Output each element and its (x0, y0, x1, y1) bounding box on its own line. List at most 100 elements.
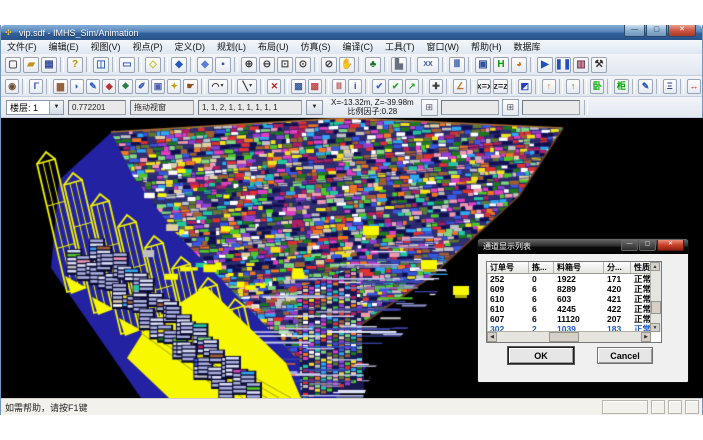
help-button[interactable]: ? (67, 57, 83, 73)
new-file-button[interactable]: ▢ (5, 57, 21, 73)
maximize-icon[interactable]: ▢ (646, 25, 667, 37)
menu-item-9[interactable]: 工具(T) (379, 41, 421, 54)
title-bar[interactable]: ✣ vip.sdf - IMHS_Sim/Animation — ▢ ✕ (1, 25, 702, 40)
vertical-scrollbar[interactable]: ▲ ▼ (650, 262, 661, 332)
menu-item-12[interactable]: 数据库 (508, 41, 547, 54)
column-grid-button[interactable]: Ⅲ (332, 79, 346, 94)
column-header-3[interactable]: 分... (604, 262, 631, 273)
pause-button[interactable]: ❚❚ (555, 57, 571, 73)
dialog-minimize-icon[interactable]: — (621, 240, 638, 251)
tools-button[interactable]: ⚒ (591, 57, 607, 73)
table-row[interactable]: 6106603421正常 (487, 294, 661, 304)
grid-snap-button[interactable]: ⊞ (421, 99, 438, 116)
arrow-up-orange-button[interactable]: ↑ (542, 79, 556, 94)
red-solid-button[interactable]: ◆ (102, 79, 116, 94)
vertical-scroll-thumb[interactable] (651, 301, 661, 314)
grid-snap-button-2[interactable]: ⊞ (502, 99, 519, 116)
line-segment-button[interactable]: ╲▾ (237, 79, 257, 94)
zoom-extents-button[interactable]: ⊙ (295, 57, 311, 73)
zoom-window-button[interactable]: ⊡ (277, 57, 293, 73)
image-button[interactable]: ▩ (291, 79, 305, 94)
aux-field-1[interactable] (441, 100, 499, 115)
table-row[interactable]: 60968289420正常 (487, 284, 661, 294)
scroll-right-icon[interactable]: ▶ (641, 332, 651, 342)
worker-button[interactable]: ✦ (167, 79, 181, 94)
stats-bars-button[interactable]: ▥ (573, 57, 589, 73)
chevron-down-icon[interactable]: ▾ (249, 79, 252, 94)
column-header-1[interactable]: 拣... (529, 262, 554, 273)
mini-combo[interactable]: ▼ (306, 100, 323, 115)
column-header-0[interactable]: 订单号 (487, 262, 529, 273)
menu-item-6[interactable]: 布局(U) (252, 41, 295, 54)
corner-frame-button[interactable]: Γ (29, 79, 43, 94)
select-cursor-button[interactable]: ✚ (429, 79, 443, 94)
panel-button[interactable]: ▣ (151, 79, 165, 94)
scroll-down-icon[interactable]: ▼ (650, 323, 660, 332)
channel-display-dialog[interactable]: 通道显示列表 — ▢ ✕ 订单号拣...料箱号分...性质 2520192217… (477, 238, 689, 383)
column-header-2[interactable]: 料箱号 (554, 262, 604, 273)
flag-corner-button[interactable]: ◩ (518, 79, 532, 94)
pan-hand-button[interactable]: ✋ (339, 57, 355, 73)
table-row[interactable]: 25201922171正常 (487, 274, 661, 284)
open-folder-button[interactable]: ▰ (23, 57, 39, 73)
chevron-down-icon[interactable]: ▼ (307, 101, 322, 114)
zoom-in-button[interactable]: ⊕ (241, 57, 257, 73)
machine-button[interactable]: ▙ (391, 57, 407, 73)
pie-chart-button[interactable]: ◕ (511, 57, 527, 73)
table-row[interactable]: 61064245422正常 (487, 304, 661, 314)
menu-item-2[interactable]: 视图(V) (85, 41, 127, 54)
lift-up-button[interactable]: ↑ (566, 79, 580, 94)
h-span-button[interactable]: H (493, 57, 509, 73)
draw-pen-button[interactable]: ✎ (86, 79, 100, 94)
check-green-button[interactable]: ✔ (388, 79, 402, 94)
menu-item-10[interactable]: 窗口(W) (421, 41, 466, 54)
small-box-button[interactable]: ▪ (215, 57, 231, 73)
ruler-angle-button[interactable]: ∠ (453, 79, 467, 94)
zoom-out-button[interactable]: ⊖ (259, 57, 275, 73)
menu-item-11[interactable]: 帮助(H) (465, 41, 508, 54)
dialog-close-icon[interactable]: ✕ (657, 240, 684, 251)
run-button[interactable]: ▶ (537, 57, 553, 73)
table-row[interactable]: 607611120207正常 (487, 314, 661, 324)
text-box-button[interactable]: ▣ (475, 57, 491, 73)
chevron-down-icon[interactable]: ▾ (220, 79, 223, 94)
tree-view-button[interactable]: ♣ (365, 57, 381, 73)
rack-horizontal-button[interactable]: 卧 (590, 79, 604, 94)
app-window-button[interactable]: ◫ (93, 57, 109, 73)
save-button[interactable]: ▦ (41, 57, 57, 73)
orbit-button[interactable]: ◉ (5, 79, 19, 94)
blue-wedge-button[interactable]: ◗ (70, 79, 84, 94)
close-icon[interactable]: ✕ (668, 25, 696, 37)
info-button[interactable]: i (348, 79, 362, 94)
layer-flags-field[interactable]: 1, 1, 2, 1, 1, 1, 1, 1, 1 (198, 100, 302, 115)
order-list-table[interactable]: 订单号拣...料箱号分...性质 25201922171正常6096828942… (486, 261, 662, 343)
cabinet-button[interactable]: 柜 (614, 79, 628, 94)
menu-item-1[interactable]: 编辑(E) (43, 41, 85, 54)
zoom-previous-button[interactable]: ⊘ (321, 57, 337, 73)
spool-button[interactable]: Ξ (663, 79, 677, 94)
floor-combo[interactable]: 楼层: 1 ▼ (6, 100, 64, 115)
shaded-cube-button[interactable]: ◆ (197, 57, 213, 73)
span-arrow-button[interactable]: ↔ (687, 79, 701, 94)
menu-item-3[interactable]: 视点(P) (127, 41, 169, 54)
menu-item-8[interactable]: 编译(C) (337, 41, 380, 54)
xx-label-button[interactable]: XX (417, 57, 439, 73)
drag-view-field[interactable]: 拖动视窗 (130, 100, 194, 115)
ok-button[interactable]: OK (508, 347, 574, 364)
terrain-block-button[interactable]: ▆ (53, 79, 67, 94)
cancel-button[interactable]: Cancel (597, 347, 653, 364)
wireframe-cube-button[interactable]: ◇ (145, 57, 161, 73)
menu-item-4[interactable]: 定义(D) (169, 41, 212, 54)
menu-item-7[interactable]: 仿真(S) (295, 41, 337, 54)
scroll-up-icon[interactable]: ▲ (650, 262, 660, 271)
column-bars-button[interactable]: Ⅲ (449, 57, 465, 73)
label-xequal-button[interactable]: x=x (477, 79, 491, 94)
frame-view-button[interactable]: ▭ (119, 57, 135, 73)
arrow-up-right-button[interactable]: ↗ (405, 79, 419, 94)
dialog-maximize-icon[interactable]: ▢ (639, 240, 656, 251)
delete-button[interactable]: ✕ (267, 79, 281, 94)
check-blue-button[interactable]: ✔ (372, 79, 386, 94)
hand-tool-button[interactable]: ☛ (183, 79, 197, 94)
chevron-down-icon[interactable]: ▼ (49, 101, 63, 114)
scale-value-field[interactable]: 0.772201 (68, 100, 126, 115)
